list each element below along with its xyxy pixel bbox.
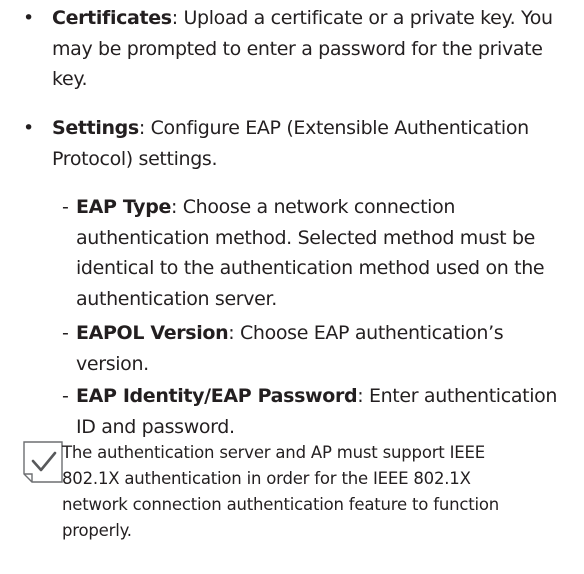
sub-dash: -	[62, 385, 69, 407]
manual-page: • Certificates: Upload a certificate or …	[0, 0, 584, 574]
term-certificates: Certificates	[52, 7, 172, 29]
term-settings: Settings	[52, 117, 139, 139]
term-eap-identity: EAP Identity/EAP Password	[76, 385, 358, 407]
bullet-text: Settings: Configure EAP (Extensible Auth…	[52, 113, 574, 174]
sub-dash: -	[62, 322, 69, 344]
sub-item-eap-identity: - EAP Identity/EAP Password: Enter authe…	[62, 381, 576, 442]
sub-item-eap-type: - EAP Type: Choose a network connection …	[62, 192, 576, 314]
note-text: The authentication server and AP must su…	[62, 443, 500, 540]
bullet-text: Certificates: Upload a certificate or a …	[52, 3, 574, 95]
bullet-dot: •	[23, 117, 34, 139]
bullet-certificates: • Certificates: Upload a certificate or …	[23, 3, 574, 95]
term-eap-type: EAP Type	[76, 196, 172, 218]
term-eapol-version: EAPOL Version	[76, 322, 229, 344]
bullet-settings: • Settings: Configure EAP (Extensible Au…	[23, 113, 574, 174]
bullet-dot: •	[23, 7, 34, 29]
checkmark-note-icon	[23, 441, 63, 483]
sub-dash: -	[62, 196, 69, 218]
sub-item-eapol-version: - EAPOL Version: Choose EAP authenticati…	[62, 318, 576, 379]
